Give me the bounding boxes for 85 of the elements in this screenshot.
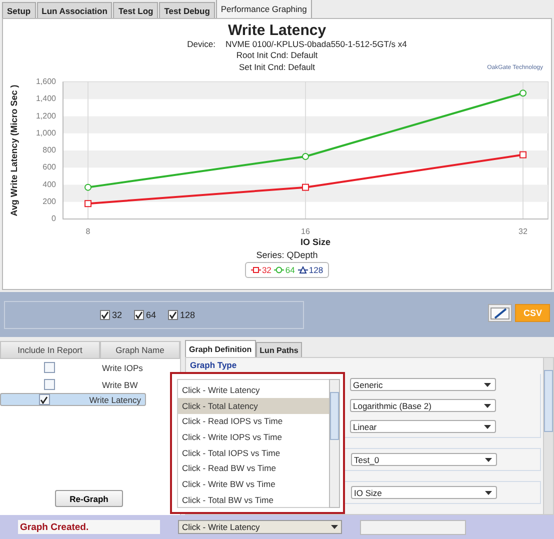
y-tick-label: 1,400 bbox=[36, 94, 56, 104]
subtitle: Root Init Cnd: Default bbox=[236, 49, 318, 61]
tab[interactable]: Graph Definition bbox=[185, 340, 256, 358]
x-tick-label: 8 bbox=[86, 227, 90, 236]
point bbox=[302, 184, 309, 191]
caret-icon bbox=[484, 404, 491, 408]
input-field[interactable] bbox=[360, 520, 466, 535]
table-row[interactable]: Write Latency bbox=[0, 393, 146, 406]
legend-item: 64 bbox=[274, 265, 295, 275]
caret-icon bbox=[484, 382, 491, 387]
y-tick-label: 0 bbox=[52, 214, 56, 224]
dropdown[interactable]: Generic bbox=[350, 378, 496, 392]
pencil-icon bbox=[490, 306, 510, 320]
dropdown[interactable]: Test_0 bbox=[351, 453, 497, 466]
y-tick-label: 200 bbox=[42, 196, 56, 206]
tab[interactable]: Performance Graphing bbox=[216, 0, 312, 18]
tab[interactable]: Lun Association bbox=[36, 2, 112, 18]
table-cell: Write Latency bbox=[89, 394, 141, 405]
point bbox=[302, 152, 309, 160]
point bbox=[84, 184, 92, 191]
point bbox=[520, 151, 526, 158]
scrollbar[interactable] bbox=[543, 358, 553, 514]
graph-type-combo[interactable]: Click - Write Latency bbox=[178, 520, 342, 534]
x-tick-label: 16 bbox=[301, 227, 310, 236]
series-checkbox[interactable]: 128 bbox=[168, 310, 196, 320]
dropdown-option[interactable]: Click - Total BW vs Time bbox=[178, 492, 329, 508]
column-header[interactable]: Include In Report bbox=[0, 341, 100, 360]
caret-icon bbox=[484, 424, 491, 429]
edit-chart-button[interactable] bbox=[488, 304, 512, 322]
dropdown-option[interactable]: Click - Read IOPS vs Time bbox=[178, 414, 329, 430]
scrollbar[interactable] bbox=[329, 379, 340, 508]
table-row[interactable]: Write BW bbox=[0, 376, 180, 394]
tab[interactable]: Lun Paths bbox=[256, 342, 302, 358]
point bbox=[84, 200, 92, 208]
status-field: Graph Created. bbox=[18, 520, 160, 534]
check-icon bbox=[101, 310, 109, 319]
y-tick-label: 600 bbox=[42, 162, 56, 172]
checkbox[interactable] bbox=[44, 362, 54, 374]
table-cell: Write IOPs bbox=[102, 362, 143, 373]
legend-item: 128 bbox=[298, 265, 324, 275]
caret-icon bbox=[485, 458, 492, 462]
x-axis-title: IO Size bbox=[300, 237, 330, 247]
dropdown-option[interactable]: Click - Read BW vs Time bbox=[178, 460, 329, 476]
checkbox[interactable] bbox=[100, 310, 110, 320]
x-tick-label: 32 bbox=[518, 227, 528, 236]
series-checkbox[interactable]: 64 bbox=[134, 310, 156, 320]
checkbox[interactable] bbox=[38, 394, 50, 406]
y-tick-label: 1,200 bbox=[36, 111, 56, 120]
dropdown-option[interactable]: Click - Write BW vs Time bbox=[178, 476, 329, 492]
dropdown[interactable]: Logarithmic (Base 2) bbox=[350, 399, 496, 412]
dropdown-option[interactable]: Click - Write IOPS vs Time bbox=[178, 429, 329, 445]
section-label: Graph Type bbox=[190, 360, 237, 370]
y-tick-label: 800 bbox=[42, 146, 56, 155]
table-cell: Write BW bbox=[102, 380, 138, 390]
device-label: Device: bbox=[187, 39, 216, 49]
tab[interactable]: Test Log bbox=[113, 2, 158, 18]
checkbox[interactable] bbox=[168, 310, 178, 320]
y-axis-title: Avg Write Latency (Micro Sec ) bbox=[9, 84, 19, 216]
check-icon bbox=[40, 396, 48, 404]
tab[interactable]: Test Debug bbox=[159, 2, 215, 18]
subtitle: Set Init Cnd: Default bbox=[238, 61, 316, 73]
dropdown-option[interactable]: Click - Write Latency bbox=[178, 382, 329, 398]
column-header[interactable]: Graph Name bbox=[100, 341, 180, 360]
y-tick-label: 1,000 bbox=[36, 128, 56, 138]
dropdown-option[interactable]: Click - Total Latency bbox=[178, 398, 329, 414]
checkbox[interactable] bbox=[44, 379, 54, 390]
caret-icon bbox=[485, 490, 492, 495]
legend-item: 32 bbox=[250, 265, 272, 275]
series-checkbox[interactable]: 32 bbox=[100, 310, 122, 320]
point bbox=[520, 90, 526, 97]
legend-title: Series: QDepth bbox=[256, 250, 318, 260]
caret-icon bbox=[331, 525, 338, 530]
table-row[interactable]: Write IOPs bbox=[0, 359, 180, 376]
check-icon bbox=[169, 310, 178, 319]
y-tick-label: 1,600 bbox=[36, 77, 56, 86]
checkbox[interactable] bbox=[134, 310, 144, 320]
y-tick-label: 400 bbox=[42, 180, 56, 189]
tab[interactable]: Setup bbox=[2, 2, 36, 18]
dropdown[interactable]: Linear bbox=[350, 420, 496, 434]
regraph-button[interactable]: Re-Graph bbox=[55, 490, 123, 508]
dropdown[interactable]: IO Size bbox=[351, 486, 497, 500]
device-name: NVME 0100/-KPLUS-0bada550-1-512-5GT/s x4 bbox=[225, 39, 407, 49]
dropdown-option[interactable]: Click - Total IOPS vs Time bbox=[178, 444, 329, 461]
check-icon bbox=[135, 310, 144, 319]
chart-title: Write Latency bbox=[228, 22, 326, 39]
